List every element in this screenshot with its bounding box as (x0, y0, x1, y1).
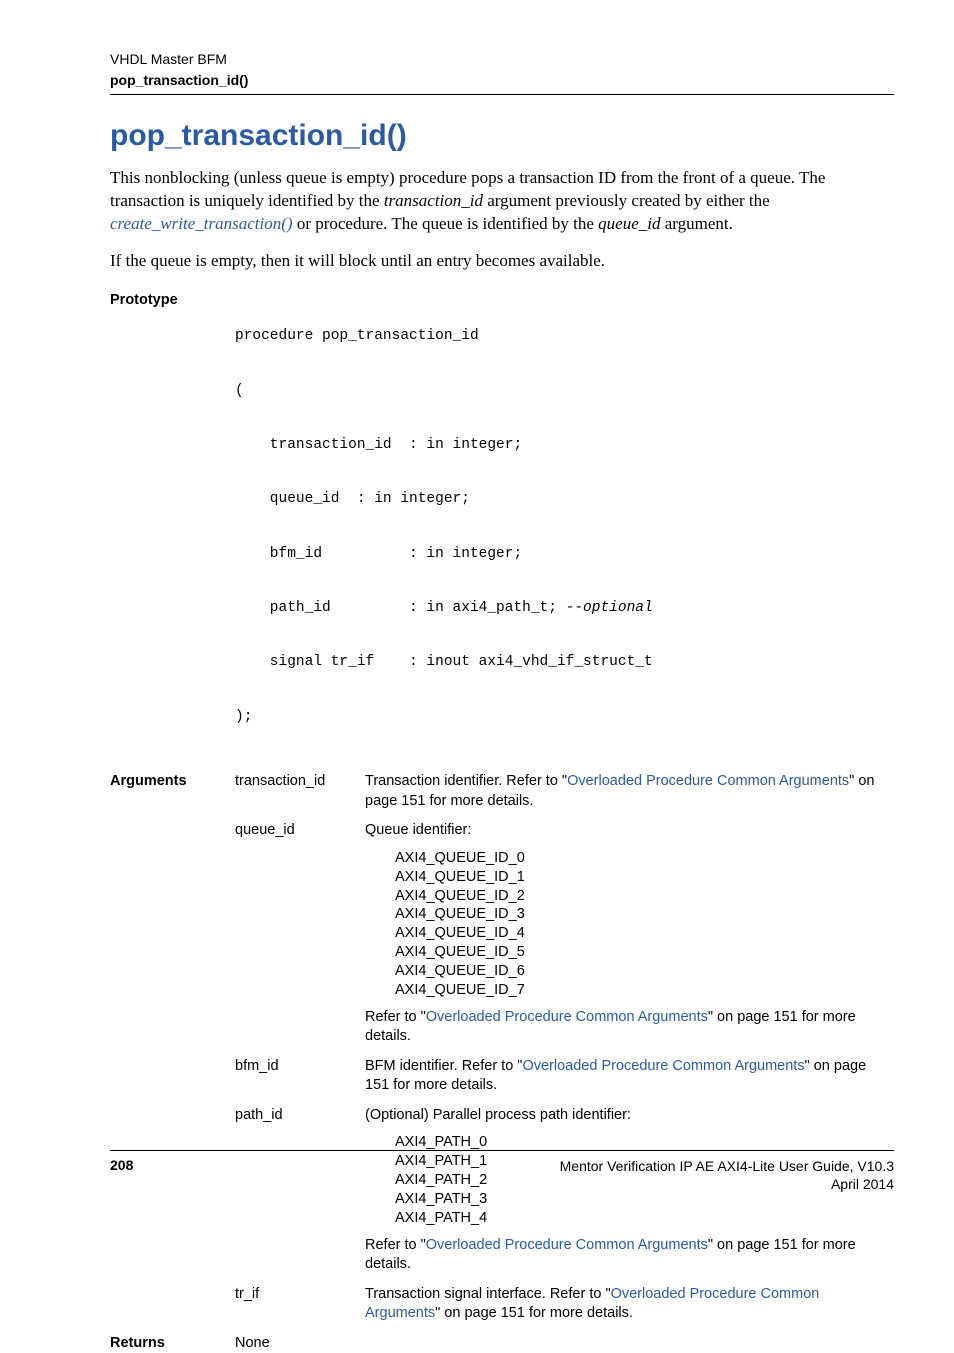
link-overloaded-args[interactable]: Overloaded Procedure Common Arguments (426, 1237, 708, 1253)
arg-desc-queue-id: Queue identifier: AXI4_QUEUE_ID_0 AXI4_Q… (365, 821, 894, 1046)
code-line: transaction_id : in integer; (235, 436, 894, 454)
arg-name-queue-id: queue_id (235, 821, 355, 1046)
header-rule (110, 94, 894, 95)
path-id-refer: Refer to "Overloaded Procedure Common Ar… (365, 1236, 894, 1275)
link-overloaded-args[interactable]: Overloaded Procedure Common Arguments (426, 1009, 708, 1025)
code-line: queue_id : in integer; (235, 490, 894, 508)
queue-id-refer: Refer to "Overloaded Procedure Common Ar… (365, 1008, 894, 1047)
queue-id-list: AXI4_QUEUE_ID_0 AXI4_QUEUE_ID_1 AXI4_QUE… (395, 849, 894, 1000)
label-prototype: Prototype (110, 291, 225, 762)
code-line: signal tr_if : inout axi4_vhd_if_struct_… (235, 653, 894, 671)
footer-date: April 2014 (560, 1175, 894, 1193)
page-number: 208 (110, 1157, 133, 1173)
p1-post2: argument. (660, 214, 732, 233)
label-arguments: Arguments (110, 772, 225, 811)
arg-name-transaction-id: transaction_id (235, 772, 355, 811)
returns-value: None (235, 1334, 355, 1353)
link-create-write-transaction[interactable]: create_write_transaction() (110, 214, 293, 233)
code-line: path_id : in axi4_path_t; --optional (235, 599, 894, 617)
definition-table: Prototype procedure pop_transaction_id (… (110, 291, 894, 1353)
p1-arg2: queue_id (598, 214, 660, 233)
header-section: VHDL Master BFM (110, 50, 894, 68)
page-footer: 208 Mentor Verification IP AE AXI4-Lite … (110, 1150, 894, 1193)
arg-desc-tr-if: Transaction signal interface. Refer to "… (365, 1285, 894, 1324)
prototype-code: procedure pop_transaction_id ( transacti… (235, 291, 894, 762)
label-returns: Returns (110, 1334, 225, 1353)
arg-desc-bfm-id: BFM identifier. Refer to "Overloaded Pro… (365, 1057, 894, 1096)
code-line: ( (235, 382, 894, 400)
queue-id-intro: Queue identifier: (365, 821, 894, 841)
p1-arg: transaction_id (384, 191, 483, 210)
arg-desc-transaction-id: Transaction identifier. Refer to "Overlo… (365, 772, 894, 811)
code-line: bfm_id : in integer; (235, 545, 894, 563)
intro-paragraph-2: If the queue is empty, then it will bloc… (110, 250, 894, 273)
link-overloaded-args[interactable]: Overloaded Procedure Common Arguments (522, 1058, 804, 1074)
code-line: ); (235, 708, 894, 726)
arg-name-bfm-id: bfm_id (235, 1057, 355, 1096)
arg-name-tr-if: tr_if (235, 1285, 355, 1324)
p1-post1: or procedure. The queue is identified by… (293, 214, 599, 233)
path-id-intro: (Optional) Parallel process path identif… (365, 1106, 894, 1126)
p1-mid: argument previously created by either th… (483, 191, 770, 210)
page-title: pop_transaction_id() (110, 119, 894, 153)
header-topic: pop_transaction_id() (110, 72, 894, 88)
code-line: procedure pop_transaction_id (235, 327, 894, 345)
footer-doc-title: Mentor Verification IP AE AXI4-Lite User… (560, 1157, 894, 1175)
link-overloaded-args[interactable]: Overloaded Procedure Common Arguments (567, 773, 849, 789)
footer-rule (110, 1150, 894, 1151)
intro-paragraph-1: This nonblocking (unless queue is empty)… (110, 167, 894, 236)
